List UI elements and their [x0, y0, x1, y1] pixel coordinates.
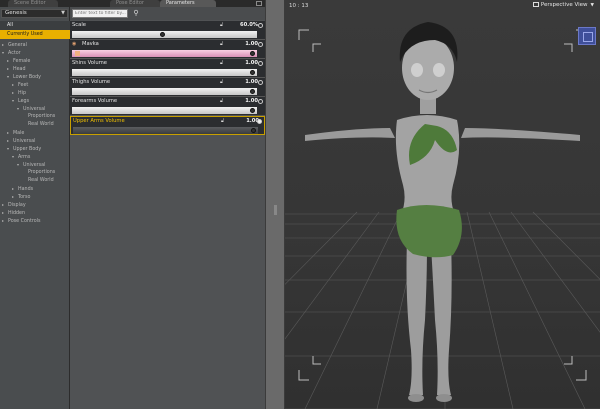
property-label: Shins Volume	[72, 60, 107, 66]
chevron-down-icon: ▼	[61, 10, 65, 16]
slider-track[interactable]	[72, 31, 257, 38]
panel-menu-icon[interactable]	[256, 1, 262, 6]
property-label: Thighs Volume	[72, 79, 111, 85]
slider-knob[interactable]	[250, 70, 255, 75]
tree-item-label: Pose Controls	[8, 219, 41, 224]
figure-select[interactable]: Genesis ▼	[1, 9, 68, 18]
property-label: Scale	[72, 22, 86, 28]
tab-scene[interactable]: Scene Editor	[8, 0, 58, 7]
slider-track[interactable]	[72, 107, 257, 114]
property-value[interactable]: 1.00	[232, 98, 258, 104]
slider-track[interactable]	[72, 69, 257, 76]
parameters-panel: ⚲ Scale 🔓︎ 60.0% ◉ Mavka 🔓︎ 1.00 Shins Volume 🔓︎…	[70, 7, 265, 409]
property-options-button[interactable]	[258, 61, 263, 66]
tab-pose[interactable]: Pose Editor	[110, 0, 160, 7]
property-value[interactable]: 1.00	[232, 41, 258, 47]
slider-track[interactable]	[72, 88, 257, 95]
property-options-button[interactable]	[258, 99, 263, 104]
lock-icon[interactable]: 🔓︎	[220, 60, 223, 66]
lock-icon[interactable]: 🔓︎	[220, 98, 223, 104]
property-slider[interactable]: Shins Volume 🔓︎ 1.00	[70, 59, 265, 78]
chevron-down-icon: ▼	[590, 3, 594, 8]
slider-knob[interactable]	[250, 108, 255, 113]
slider-knob[interactable]	[159, 32, 165, 37]
view-selector[interactable]: Perspective View ▼	[532, 2, 594, 8]
property-options-button[interactable]	[258, 23, 263, 28]
tree-item-all[interactable]: All	[0, 21, 70, 30]
property-value[interactable]: 1.00	[232, 60, 258, 66]
property-options-button[interactable]	[258, 42, 263, 47]
property-value[interactable]: 60.0%	[232, 22, 258, 28]
tree-item-currently-used[interactable]: Currently Used	[0, 30, 70, 39]
viewport-scene	[285, 22, 600, 409]
property-options-button[interactable]	[257, 119, 262, 124]
figure-model[interactable]	[305, 22, 580, 402]
lock-icon[interactable]: 🔓︎	[220, 22, 223, 28]
3d-viewport[interactable]: 10 : 13 Perspective View ▼	[285, 0, 600, 409]
slider-track[interactable]	[72, 50, 257, 57]
lock-icon[interactable]: 🔓︎	[221, 118, 224, 124]
figure-icon	[75, 51, 80, 56]
property-label: Upper Arms Volume	[73, 118, 125, 124]
filter-bar: ⚲	[70, 7, 265, 20]
property-value[interactable]: 1.00	[232, 79, 258, 85]
splitter-grip[interactable]	[274, 205, 277, 215]
tab-parameters[interactable]: Parameters	[160, 0, 216, 7]
slider-track[interactable]	[73, 127, 258, 134]
search-icon[interactable]: ⚲	[131, 9, 141, 18]
lock-icon[interactable]: 🔓︎	[220, 41, 223, 47]
property-group-tree: Genesis ▼ All Currently Used ▸ General ▾ Ac…	[0, 7, 70, 409]
property-label: Forearms Volume	[72, 98, 118, 104]
slider-knob[interactable]	[250, 89, 255, 94]
tab-strip: Scene Editor Pose Editor Parameters	[0, 0, 265, 7]
camera-icon	[532, 2, 539, 7]
property-slider[interactable]: Scale 🔓︎ 60.0%	[70, 21, 265, 40]
property-options-button[interactable]	[258, 80, 263, 85]
panel-splitter[interactable]	[265, 0, 285, 409]
viewport-coordinates: 10 : 13	[289, 3, 309, 9]
property-slider[interactable]: Upper Arms Volume 🔓︎ 1.00	[70, 116, 265, 135]
property-slider[interactable]: ◉ Mavka 🔓︎ 1.00	[70, 40, 265, 59]
morph-icon: ◉	[72, 41, 77, 47]
view-cube[interactable]	[578, 27, 596, 45]
property-slider[interactable]: Forearms Volume 🔓︎ 1.00	[70, 97, 265, 116]
lock-icon[interactable]: 🔓︎	[220, 79, 223, 85]
tree-item-label: Real World	[28, 122, 54, 127]
slider-knob[interactable]	[250, 51, 255, 56]
filter-input[interactable]	[72, 9, 128, 18]
view-label: Perspective View	[540, 2, 588, 8]
property-label: Mavka	[82, 41, 99, 47]
tree-item-label: Real World	[28, 178, 54, 183]
tree-item[interactable]: ▸ Pose Controls	[0, 216, 70, 225]
property-slider[interactable]: Thighs Volume 🔓︎ 1.00	[70, 78, 265, 97]
tree-item-label: Proportions	[28, 114, 56, 119]
figure-select-value: Genesis	[5, 10, 27, 16]
slider-knob[interactable]	[251, 128, 256, 133]
property-value[interactable]: 1.00	[233, 118, 259, 124]
tree-item-label: Proportions	[28, 170, 56, 175]
